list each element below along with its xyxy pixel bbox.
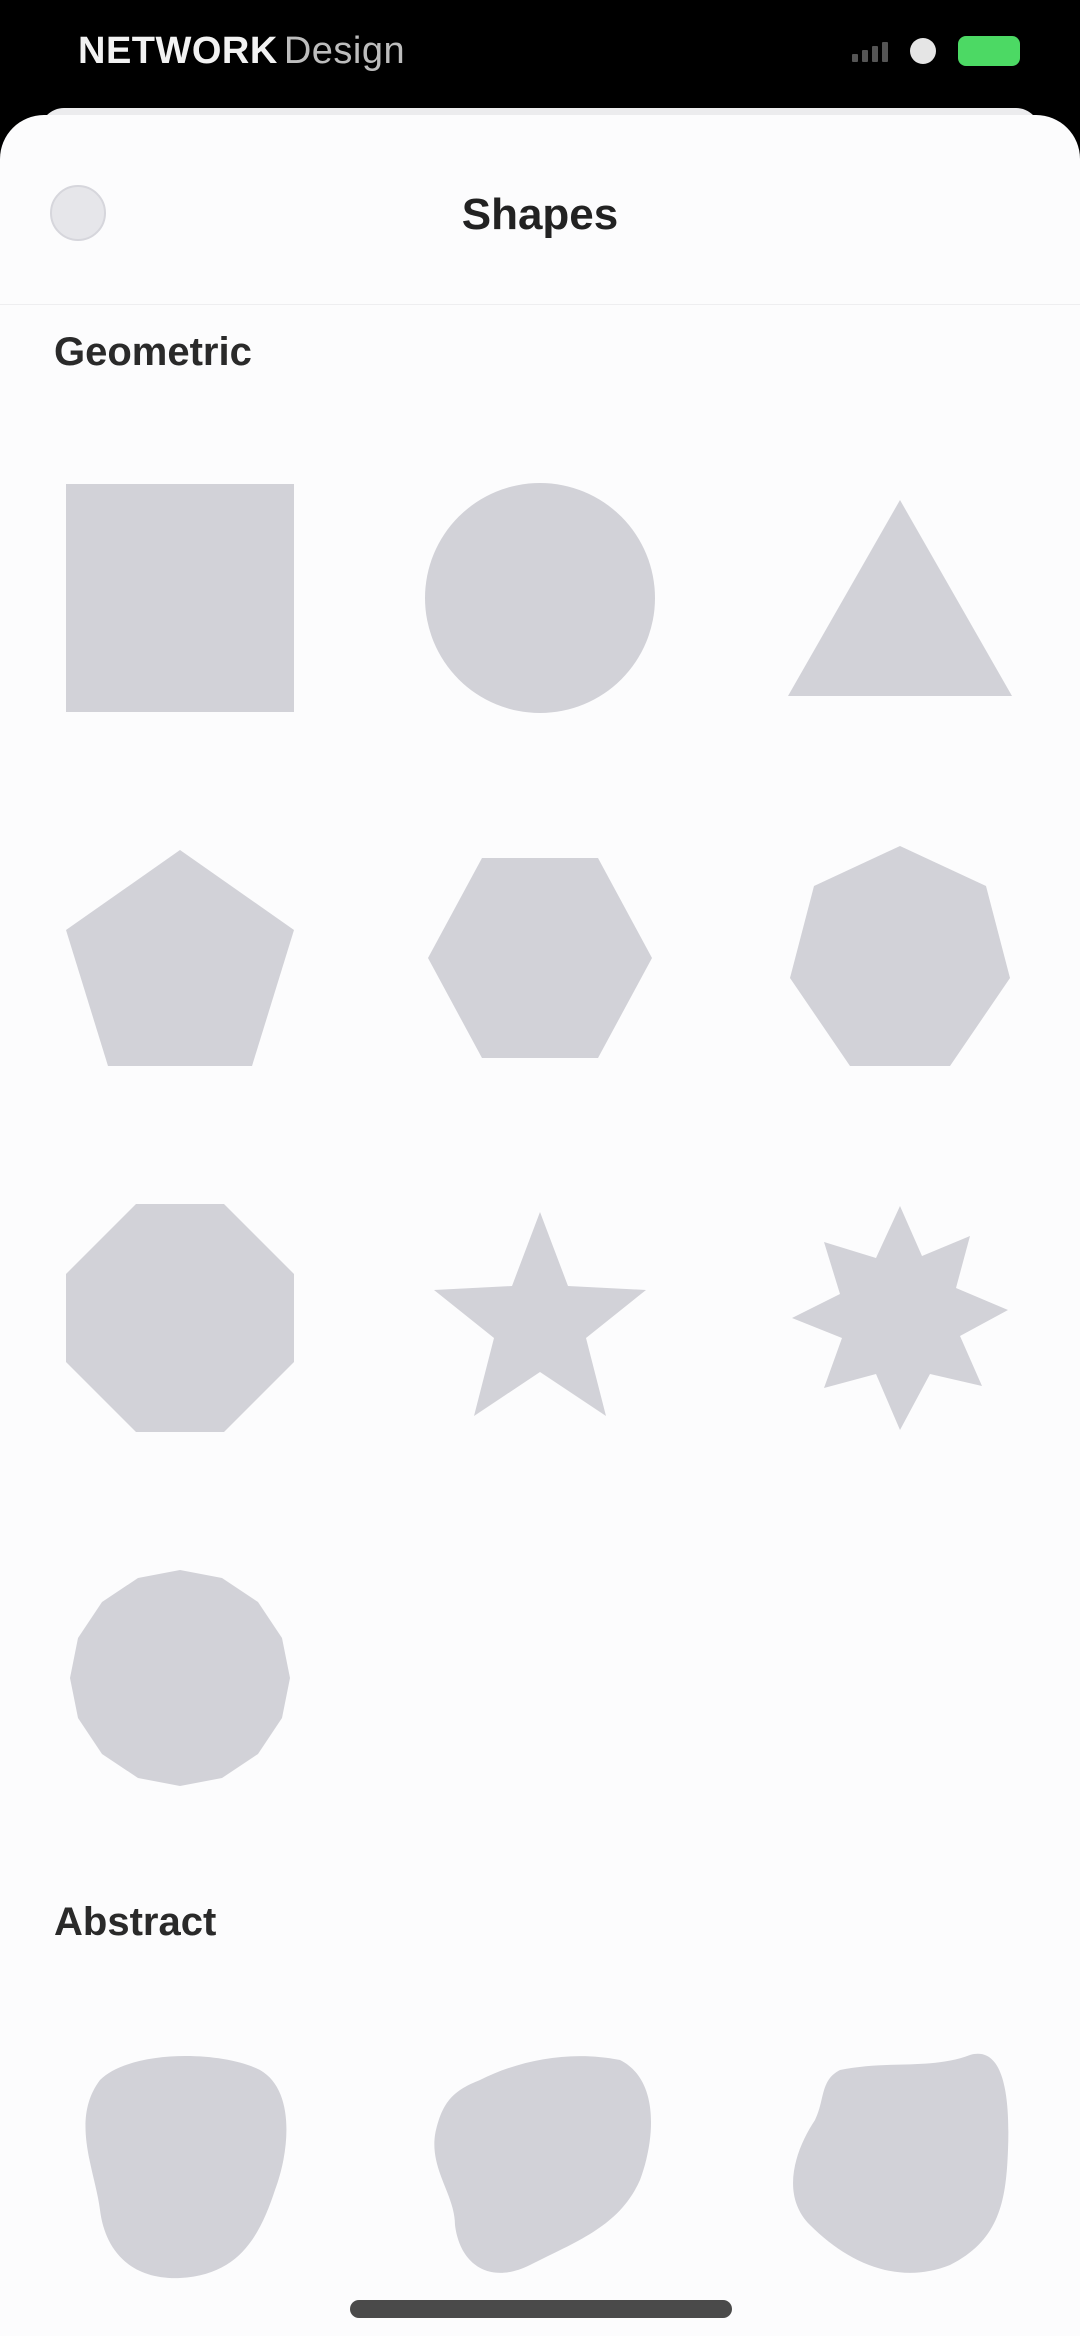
status-bar: NETWORK Design	[0, 0, 1080, 110]
shape-hexagon[interactable]	[420, 838, 660, 1078]
status-carrier: NETWORK Design	[78, 30, 405, 73]
nav-bar: Shapes	[0, 115, 1080, 305]
signal-icon	[852, 40, 888, 62]
shape-star[interactable]	[420, 1198, 660, 1438]
shape-triangle[interactable]	[780, 478, 1020, 718]
status-icons	[852, 36, 1020, 66]
section-title-abstract: Abstract	[54, 1900, 217, 1944]
page-title: Shapes	[461, 190, 619, 239]
shape-polygon-many-sides[interactable]	[60, 1558, 300, 1798]
shape-pentagon[interactable]	[60, 838, 300, 1078]
shape-blob-2[interactable]	[420, 2040, 660, 2280]
section-title-geometric: Geometric	[54, 330, 252, 374]
shape-blob-3[interactable]	[780, 2040, 1020, 2280]
shape-octagon[interactable]	[60, 1198, 300, 1438]
shape-circle[interactable]	[420, 478, 660, 718]
wifi-icon	[910, 38, 936, 64]
carrier-sub-label: Design	[283, 30, 406, 72]
home-indicator[interactable]	[350, 2300, 732, 2318]
carrier-label: NETWORK	[78, 30, 278, 72]
shape-blob-1[interactable]	[60, 2040, 300, 2280]
shape-square[interactable]	[60, 478, 300, 718]
battery-icon	[958, 36, 1020, 66]
shape-heptagon[interactable]	[780, 838, 1020, 1078]
shape-starburst[interactable]	[780, 1198, 1020, 1438]
